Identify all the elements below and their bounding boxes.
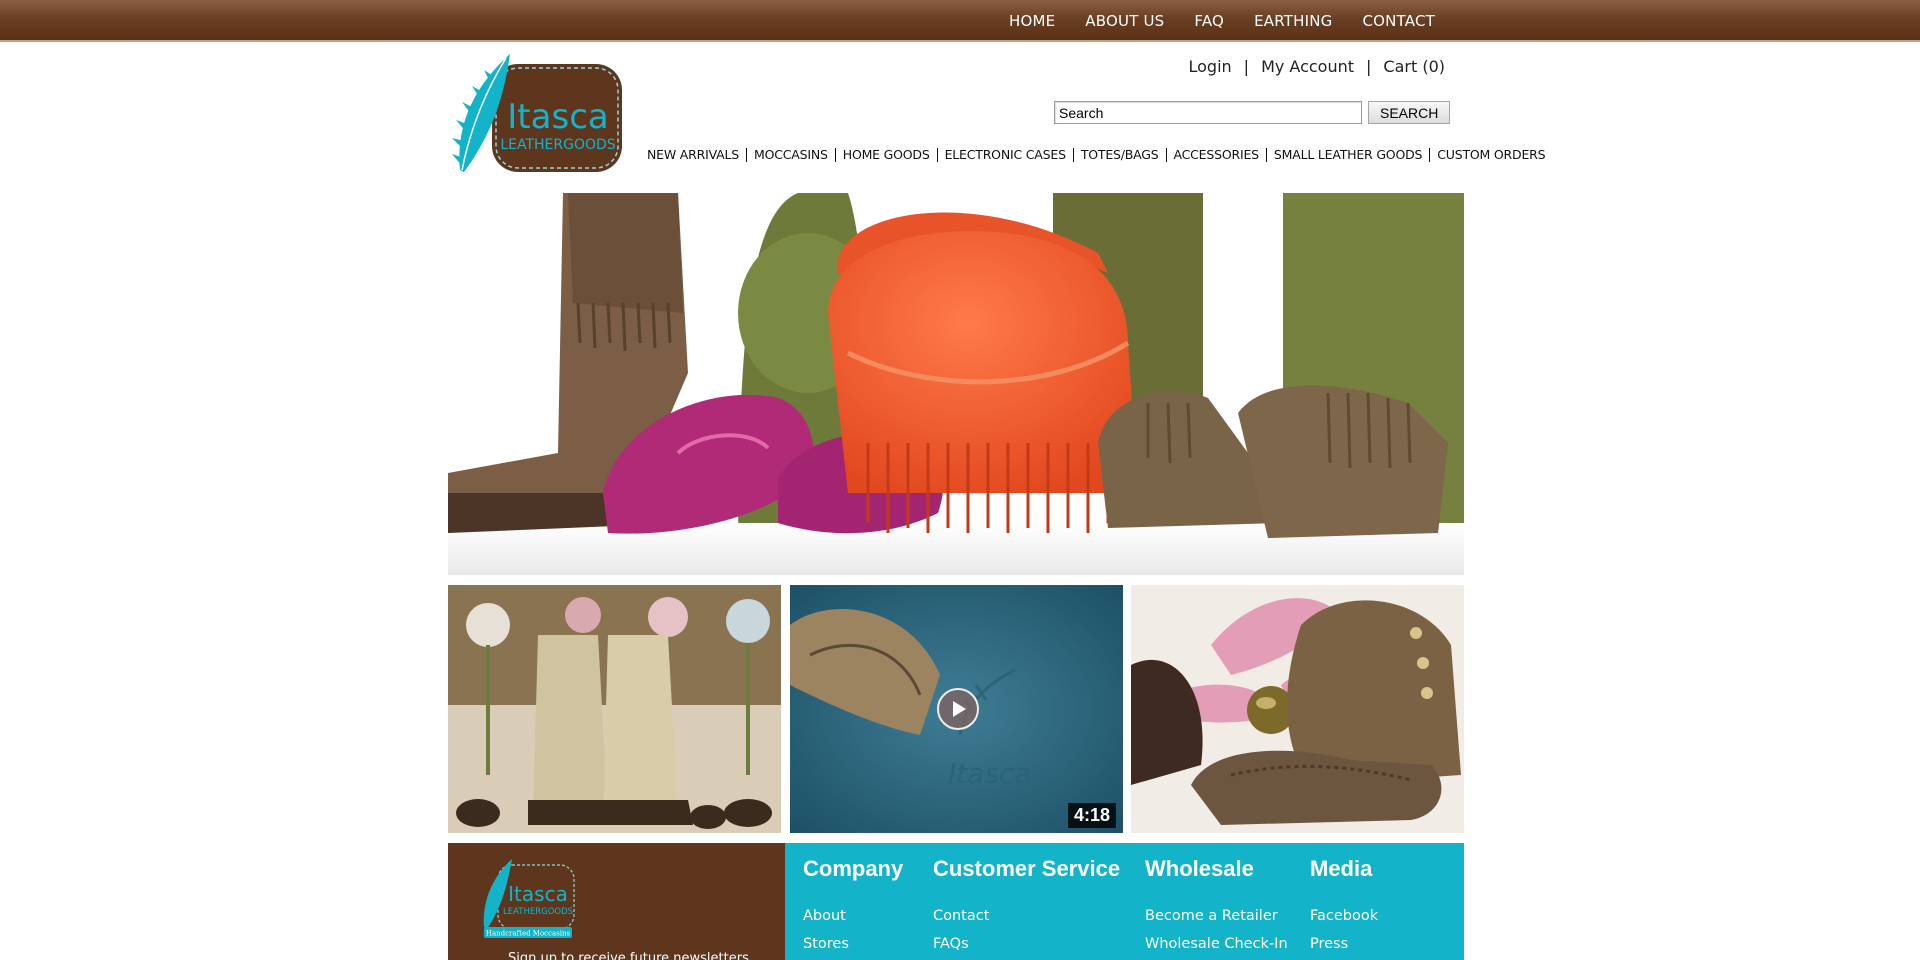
footer-link-become-retailer[interactable]: Become a Retailer [1145,908,1288,924]
newsletter-text: Sign up to receive future newsletters [508,951,749,960]
footer-col-title: Customer Service [933,856,1121,881]
search-input[interactable] [1054,101,1362,124]
topnav-contact-link[interactable]: CONTACT [1347,12,1450,30]
footer-col-title: Media [1310,856,1373,881]
account-links: Login | My Account | Cart (0) [1189,57,1446,76]
footer-col-title: Company [803,856,904,881]
promo-tile-boots[interactable] [448,585,781,833]
footer-link-wholesale-check-in[interactable]: Wholesale Check-In [1145,936,1288,952]
category-new-arrivals[interactable]: NEW ARRIVALS [640,147,746,162]
footer-links-panel: Company About Stores Customer Service Co… [785,843,1464,960]
my-account-link[interactable]: My Account [1261,57,1354,76]
top-nav: HOME ABOUT US FAQ EARTHING CONTACT [994,0,1450,42]
footer-link-facebook[interactable]: Facebook [1310,908,1378,924]
play-button[interactable] [937,688,979,730]
footer-link-contact[interactable]: Contact [933,908,1120,924]
footer-logo[interactable]: Itasca LEATHERGOODS Handcrafted Moccasin… [478,857,576,939]
video-tile[interactable]: Itasca 4:18 [790,585,1123,833]
category-small-leather-goods[interactable]: SMALL LEATHER GOODS [1267,147,1429,162]
category-moccasins[interactable]: MOCCASINS [747,147,835,162]
play-icon [953,701,966,717]
footer-link-about[interactable]: About [803,908,903,924]
login-link[interactable]: Login [1189,57,1232,76]
footer-link-stores[interactable]: Stores [803,936,903,952]
logo-subtitle: LEATHERGOODS [500,137,615,153]
topnav-earthing-link[interactable]: EARTHING [1239,12,1347,30]
category-home-goods[interactable]: HOME GOODS [836,147,937,162]
category-nav: NEW ARRIVALS MOCCASINS HOME GOODS ELECTR… [640,147,1552,162]
topnav-home-link[interactable]: HOME [994,12,1070,30]
footer-logo-wordmark: Itasca [508,882,568,906]
separator: | [1243,57,1250,76]
footer-logo-subtitle: LEATHERGOODS [503,907,573,917]
footer-logo-tagline: Handcrafted Moccasins [486,930,571,938]
topnav-faq-link[interactable]: FAQ [1179,12,1239,30]
promo-tile-moccasin[interactable] [1131,585,1464,833]
footer-col-title: Wholesale [1145,856,1254,881]
video-duration: 4:18 [1067,803,1116,828]
search-form: SEARCH [1054,101,1451,124]
site-logo[interactable]: Itasca LEATHERGOODS [450,50,630,176]
footer-col-customer-service: Customer Service Contact FAQs [933,856,1120,960]
video-watermark: Itasca [948,757,1032,790]
category-custom-orders[interactable]: CUSTOM ORDERS [1430,147,1552,162]
footer-brand-panel: Itasca LEATHERGOODS Handcrafted Moccasin… [448,843,785,960]
logo-wordmark: Itasca [507,97,608,137]
hero-banner[interactable] [448,193,1464,575]
category-accessories[interactable]: ACCESSORIES [1167,147,1266,162]
topnav-about-link[interactable]: ABOUT US [1070,12,1179,30]
category-totes-bags[interactable]: TOTES/BAGS [1074,147,1166,162]
search-button[interactable]: SEARCH [1368,101,1451,124]
footer-col-media: Media Facebook Press [1310,856,1378,960]
top-bar: HOME ABOUT US FAQ EARTHING CONTACT [0,0,1920,42]
footer-link-faqs[interactable]: FAQs [933,936,1120,952]
category-electronic-cases[interactable]: ELECTRONIC CASES [938,147,1073,162]
footer-link-press[interactable]: Press [1310,936,1378,952]
footer-col-company: Company About Stores [803,856,903,960]
cart-link[interactable]: Cart (0) [1383,57,1445,76]
separator: | [1366,57,1372,76]
footer-col-wholesale: Wholesale Become a Retailer Wholesale Ch… [1145,856,1288,960]
